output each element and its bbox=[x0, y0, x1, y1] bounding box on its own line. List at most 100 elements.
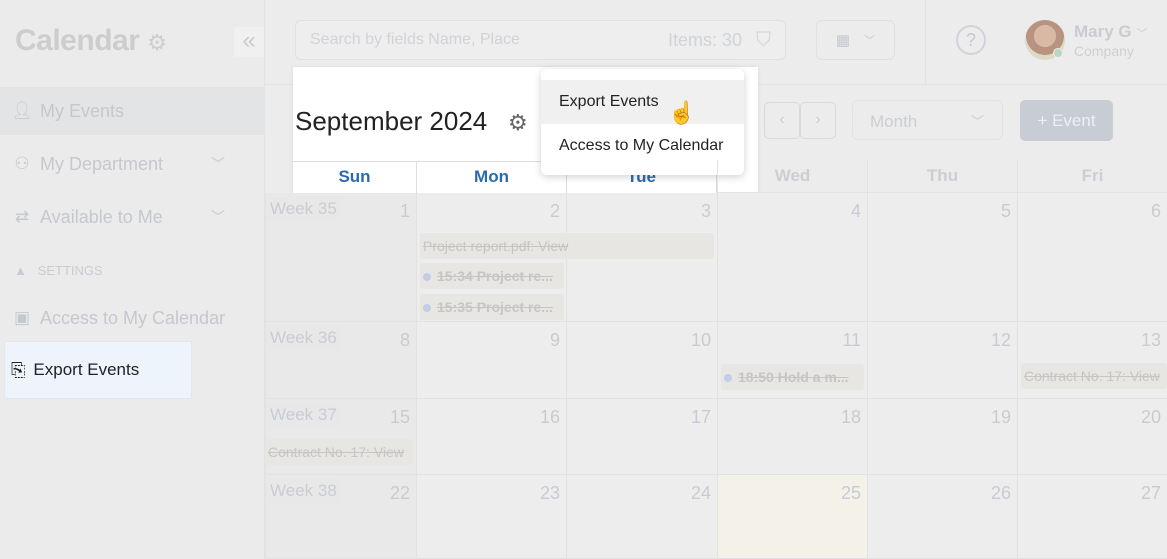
day-cell[interactable]: 12 bbox=[867, 322, 1017, 399]
day-header-sun: Sun bbox=[293, 161, 416, 193]
day-cell[interactable]: 20 bbox=[1017, 399, 1167, 475]
event-title: 15:34 Project re... bbox=[437, 268, 553, 284]
menu-item-access-to-my-calendar[interactable]: Access to My Calendar bbox=[541, 124, 744, 168]
date-number: 13 bbox=[1140, 330, 1161, 350]
calendar-event[interactable]: 18:50 Hold a m... bbox=[721, 364, 864, 390]
chevron-down-icon: ﹀ bbox=[970, 114, 984, 129]
help-icon[interactable]: ? bbox=[956, 25, 986, 55]
sidebar-item-available-to-me[interactable]: ⇄ Available to Me ﹀ bbox=[0, 193, 265, 241]
week-label: Week 37 bbox=[266, 403, 341, 427]
date-number: 6 bbox=[1150, 201, 1161, 221]
date-number: 19 bbox=[990, 407, 1011, 427]
event-dot-icon bbox=[423, 304, 431, 312]
date-number: 5 bbox=[1000, 201, 1011, 221]
calendar-event[interactable]: 15:34 Project re... bbox=[420, 263, 564, 289]
day-cell[interactable]: 10 bbox=[566, 322, 717, 399]
week-label: Week 38 bbox=[266, 479, 341, 503]
date-number: 26 bbox=[990, 483, 1011, 503]
week-label: Week 36 bbox=[266, 326, 341, 350]
sidebar-item-my-department[interactable]: ⚇ My Department ﹀ bbox=[0, 140, 265, 188]
day-cell[interactable]: 23 bbox=[416, 475, 566, 559]
event-title: Contract No. 17: View bbox=[268, 444, 404, 460]
gear-icon[interactable]: ⚙ bbox=[508, 110, 528, 136]
user-company: Company bbox=[1074, 43, 1134, 59]
day-cell[interactable]: 16 bbox=[416, 399, 566, 475]
date-number: 16 bbox=[539, 407, 560, 427]
calendar-event[interactable]: 15:35 Project re... bbox=[420, 294, 564, 320]
prev-button[interactable]: ‹ bbox=[764, 102, 800, 139]
chevron-down-icon: ﹀ bbox=[211, 156, 225, 172]
date-number: 23 bbox=[539, 483, 560, 503]
calendar-event[interactable]: Project report.pdf: View bbox=[420, 233, 714, 259]
file-export-icon: ⎘ bbox=[11, 359, 26, 380]
event-title: Project report.pdf: View bbox=[423, 238, 569, 254]
event-dot-icon bbox=[724, 374, 732, 382]
arrows-icon: ⇄ bbox=[14, 207, 30, 226]
week-label: Week 35 bbox=[266, 197, 341, 221]
menu-item-export-events[interactable]: Export Events bbox=[541, 80, 744, 124]
day-cell[interactable]: 27 bbox=[1017, 475, 1167, 559]
date-number: 3 bbox=[700, 201, 711, 221]
day-cell[interactable]: 9 bbox=[416, 322, 566, 399]
date-number: 4 bbox=[850, 201, 861, 221]
calendar-check-icon: ▣ bbox=[13, 308, 31, 327]
view-select[interactable]: Month ﹀ bbox=[852, 100, 1003, 140]
settings-section-header[interactable]: ▲ SETTINGS bbox=[14, 263, 103, 278]
day-cell[interactable]: 5 bbox=[867, 193, 1017, 322]
date-number: 27 bbox=[1140, 483, 1161, 503]
date-number: 25 bbox=[840, 483, 861, 503]
date-number: 17 bbox=[690, 407, 711, 427]
date-number: 15 bbox=[389, 407, 410, 427]
divider bbox=[925, 0, 926, 85]
date-number: 2 bbox=[549, 201, 560, 221]
day-cell[interactable]: 24 bbox=[566, 475, 717, 559]
next-button[interactable]: › bbox=[800, 102, 836, 139]
chevron-down-icon: ﹀ bbox=[864, 35, 876, 47]
day-cell[interactable]: 25 bbox=[717, 475, 867, 559]
date-number: 8 bbox=[399, 330, 410, 350]
add-event-button[interactable]: + Event bbox=[1020, 100, 1113, 141]
date-number: 22 bbox=[389, 483, 410, 503]
date-number: 12 bbox=[990, 330, 1011, 350]
day-cell[interactable]: 19 bbox=[867, 399, 1017, 475]
date-number: 1 bbox=[399, 201, 410, 221]
date-number: 11 bbox=[842, 330, 861, 350]
hand-cursor-icon: ☝ bbox=[668, 100, 696, 125]
sidebar-item-my-events[interactable]: 👤︎ My Events bbox=[0, 87, 265, 135]
collapse-sidebar-button[interactable]: « bbox=[234, 27, 264, 57]
calendar-picker-button[interactable]: ▦ ﹀ bbox=[816, 20, 895, 60]
date-number: 9 bbox=[549, 330, 560, 350]
users-icon: ⚇ bbox=[14, 154, 30, 173]
app-title: Calendar ⚙ bbox=[15, 24, 167, 57]
date-number: 10 bbox=[690, 330, 711, 350]
day-cell[interactable]: 6 bbox=[1017, 193, 1167, 322]
filter-icon[interactable]: ⛉ bbox=[756, 29, 771, 52]
calendar-event[interactable]: Contract No. 17: View bbox=[265, 439, 413, 465]
chevron-down-icon: ﹀ bbox=[1136, 28, 1148, 40]
event-title: Contract No. 17: View bbox=[1024, 368, 1160, 384]
date-number: 24 bbox=[690, 483, 711, 503]
sidebar-item-access-to-my-calendar[interactable]: ▣ Access to My Calendar bbox=[0, 294, 265, 342]
day-header: Thu bbox=[867, 160, 1017, 193]
sidebar-item-export-events[interactable]: ⎘ Export Events bbox=[4, 341, 192, 399]
user-menu[interactable]: Mary G ﹀ bbox=[1074, 22, 1147, 42]
gear-icon[interactable]: ⚙ bbox=[147, 30, 167, 55]
date-number: 18 bbox=[840, 407, 861, 427]
calendar-icon: ▦ bbox=[835, 32, 851, 49]
day-cell[interactable]: 17 bbox=[566, 399, 717, 475]
day-cell[interactable]: 26 bbox=[867, 475, 1017, 559]
date-number: 20 bbox=[1140, 407, 1161, 427]
event-title: 15:35 Project re... bbox=[437, 299, 553, 315]
page-title: September 2024 bbox=[295, 106, 488, 136]
chevron-down-icon: ﹀ bbox=[211, 209, 225, 225]
event-dot-icon bbox=[423, 273, 431, 281]
day-cell[interactable]: 4 bbox=[717, 193, 867, 322]
day-header: Wed bbox=[717, 160, 867, 193]
user-icon: 👤︎ bbox=[11, 101, 33, 120]
day-cell[interactable]: 18 bbox=[717, 399, 867, 475]
calendar-event[interactable]: Contract No. 17: View bbox=[1021, 363, 1167, 389]
day-header: Fri bbox=[1017, 160, 1167, 193]
event-title: 18:50 Hold a m... bbox=[738, 369, 849, 385]
search-input[interactable]: Search by fields Name, Place Items: 30 ⛉ bbox=[295, 20, 786, 60]
sidebar bbox=[0, 0, 265, 559]
